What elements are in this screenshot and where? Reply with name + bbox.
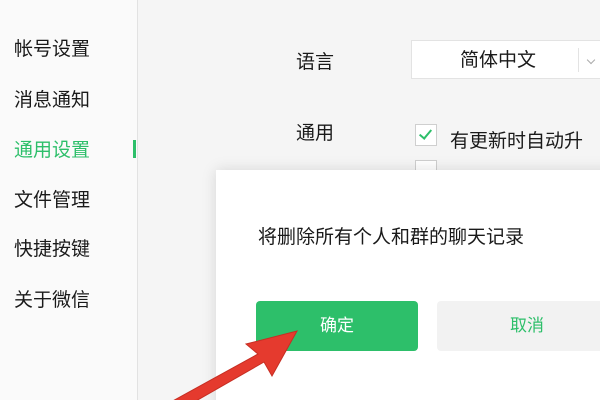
language-select-value: 简体中文: [460, 49, 537, 71]
sidebar-item-files[interactable]: 文件管理: [14, 188, 90, 212]
sidebar-divider: [137, 0, 138, 400]
active-item-indicator: [133, 140, 136, 158]
language-select[interactable]: 简体中文: [411, 40, 600, 79]
auto-update-checkbox[interactable]: [415, 124, 437, 146]
auto-update-label: 有更新时自动升: [450, 130, 584, 152]
cancel-button-label: 取消: [510, 316, 544, 335]
settings-sidebar: 帐号设置 消息通知 通用设置 文件管理 快捷按键 关于微信: [0, 0, 138, 400]
confirm-button[interactable]: 确定: [256, 301, 418, 351]
confirm-dialog: 将删除所有个人和群的聊天记录 确定 取消: [216, 170, 600, 400]
sidebar-item-general[interactable]: 通用设置: [14, 138, 90, 162]
chevron-down-icon: [586, 55, 596, 65]
sidebar-item-shortcuts[interactable]: 快捷按键: [14, 237, 90, 261]
sidebar-item-account[interactable]: 帐号设置: [14, 37, 90, 61]
confirm-button-label: 确定: [320, 316, 354, 335]
sidebar-item-about[interactable]: 关于微信: [14, 288, 90, 312]
sidebar-item-notifications[interactable]: 消息通知: [14, 88, 90, 112]
dialog-message: 将删除所有个人和群的聊天记录: [258, 226, 525, 248]
select-separator: [578, 48, 579, 72]
cancel-button[interactable]: 取消: [437, 301, 600, 351]
language-label: 语言: [296, 51, 335, 73]
general-label: 通用: [296, 122, 335, 144]
checkmark-icon: [418, 126, 433, 140]
